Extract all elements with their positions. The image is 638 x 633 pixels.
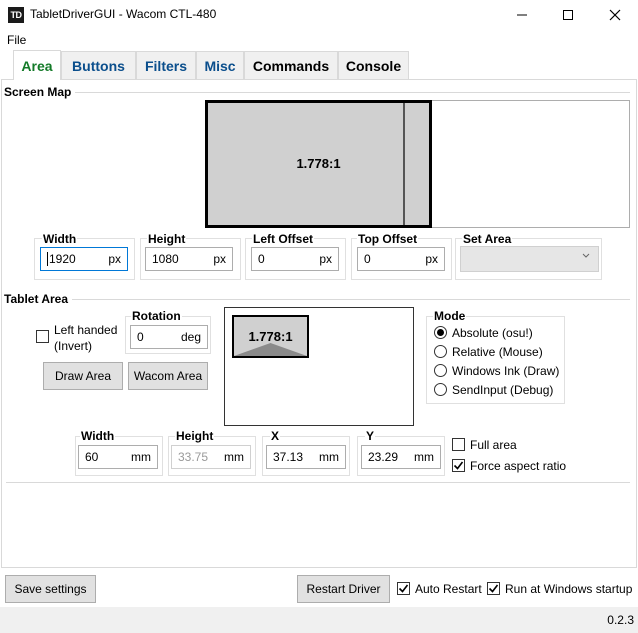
screen-height-unit: px <box>213 252 226 266</box>
full-area-label: Full area <box>470 438 517 452</box>
screen-left-offset-value: 0 <box>258 252 265 266</box>
app-icon: TD <box>8 7 24 23</box>
tablet-x-value: 37.13 <box>273 450 304 464</box>
mode-absolute-label: Absolute (osu!) <box>452 326 533 340</box>
version-label: 0.2.3 <box>607 613 634 627</box>
tablet-width-value: 60 <box>85 450 99 464</box>
maximize-button[interactable] <box>545 0 591 30</box>
tab-misc[interactable]: Misc <box>196 51 244 79</box>
screen-top-offset-unit: px <box>425 252 438 266</box>
close-button[interactable] <box>592 0 638 30</box>
mode-windows-ink-label: Windows Ink (Draw) <box>452 364 560 378</box>
tablet-x-label: X <box>270 429 281 443</box>
set-area-dropdown[interactable] <box>460 246 599 272</box>
mode-absolute-radio[interactable] <box>434 326 447 339</box>
left-handed-label-line2: (Invert) <box>54 339 93 353</box>
set-area-label: Set Area <box>462 232 513 246</box>
force-aspect-label: Force aspect ratio <box>470 459 567 473</box>
screen-left-offset-unit: px <box>319 252 332 266</box>
tablet-width-unit: mm <box>131 450 151 464</box>
minimize-button[interactable] <box>499 0 545 30</box>
maximize-icon <box>563 10 573 20</box>
mode-sendinput-radio[interactable] <box>434 383 447 396</box>
screen-height-label: Height <box>147 232 187 246</box>
left-handed-label-line1: Left handed <box>54 323 118 337</box>
mode-sendinput-label: SendInput (Debug) <box>452 383 554 397</box>
tablet-x-unit: mm <box>319 450 339 464</box>
rotation-value: 0 <box>137 330 144 344</box>
checkmark-icon <box>398 584 409 593</box>
screen-left-offset-label: Left Offset <box>252 232 314 246</box>
menu-bar <box>0 30 638 50</box>
tablet-height-label: Height <box>175 429 215 443</box>
screen-aspect-ratio: 1.778:1 <box>296 156 341 171</box>
minimize-icon <box>517 14 527 16</box>
mode-relative-label: Relative (Mouse) <box>452 345 543 359</box>
tablet-height-unit: mm <box>224 450 244 464</box>
screen-width-value: 1920 <box>47 252 76 266</box>
tablet-area-divider <box>6 299 630 300</box>
screen-left-offset-input[interactable]: 0 px <box>251 247 339 271</box>
screen-width-label: Width <box>42 232 78 246</box>
screen-width-input[interactable]: 1920 px <box>40 247 128 271</box>
tab-commands[interactable]: Commands <box>244 51 338 79</box>
tablet-width-label: Width <box>80 429 116 443</box>
window-title: TabletDriverGUI - Wacom CTL-480 <box>30 7 217 21</box>
screen-height-value: 1080 <box>152 252 179 266</box>
radio-selected-dot <box>437 329 444 336</box>
wacom-area-button[interactable]: Wacom Area <box>128 362 208 390</box>
menu-file[interactable]: File <box>7 33 26 47</box>
rotation-input[interactable]: 0 deg <box>130 325 208 349</box>
save-settings-button[interactable]: Save settings <box>5 575 96 603</box>
screen-top-offset-value: 0 <box>364 252 371 266</box>
draw-area-button[interactable]: Draw Area <box>43 362 123 390</box>
screen-top-offset-input[interactable]: 0 px <box>357 247 445 271</box>
tab-filters[interactable]: Filters <box>136 51 196 79</box>
status-bar <box>0 607 638 633</box>
left-handed-label: Left handed (Invert) <box>54 322 117 354</box>
force-aspect-checkbox[interactable] <box>452 459 465 472</box>
auto-restart-label: Auto Restart <box>415 582 482 596</box>
auto-restart-checkbox[interactable] <box>397 582 410 595</box>
screen-top-offset-label: Top Offset <box>357 232 419 246</box>
checkmark-icon <box>488 584 499 593</box>
tablet-height-input[interactable]: 33.75 mm <box>171 445 251 469</box>
tab-buttons[interactable]: Buttons <box>61 51 136 79</box>
full-area-checkbox[interactable] <box>452 438 465 451</box>
tablet-y-label: Y <box>365 429 376 443</box>
mode-relative-radio[interactable] <box>434 345 447 358</box>
rotation-unit: deg <box>180 330 201 344</box>
tab-console[interactable]: Console <box>338 51 409 79</box>
tablet-area-bottom-divider <box>6 482 630 483</box>
tablet-height-value: 33.75 <box>178 450 209 464</box>
tablet-y-value: 23.29 <box>368 450 399 464</box>
run-at-startup-checkbox[interactable] <box>487 582 500 595</box>
tablet-y-input[interactable]: 23.29 mm <box>361 445 441 469</box>
screen-map-title: Screen Map <box>4 85 76 99</box>
tablet-y-unit: mm <box>414 450 434 464</box>
screen-width-unit: px <box>108 252 121 266</box>
run-at-startup-label: Run at Windows startup <box>505 582 633 596</box>
tablet-width-input[interactable]: 60 mm <box>78 445 158 469</box>
rotation-label: Rotation <box>131 309 182 323</box>
mode-label: Mode <box>433 309 467 323</box>
tablet-aspect-ratio: 1.778:1 <box>248 329 293 344</box>
screen-map-divider <box>6 92 630 93</box>
tab-area[interactable]: Area <box>13 50 61 80</box>
restart-driver-button[interactable]: Restart Driver <box>297 575 390 603</box>
checkmark-icon <box>453 461 464 470</box>
tablet-x-input[interactable]: 37.13 mm <box>266 445 346 469</box>
close-icon <box>609 9 621 21</box>
chevron-down-icon <box>582 253 590 258</box>
left-handed-checkbox[interactable] <box>36 330 49 343</box>
tablet-area-title: Tablet Area <box>4 292 73 306</box>
screen-height-input[interactable]: 1080 px <box>145 247 233 271</box>
mode-windows-ink-radio[interactable] <box>434 364 447 377</box>
